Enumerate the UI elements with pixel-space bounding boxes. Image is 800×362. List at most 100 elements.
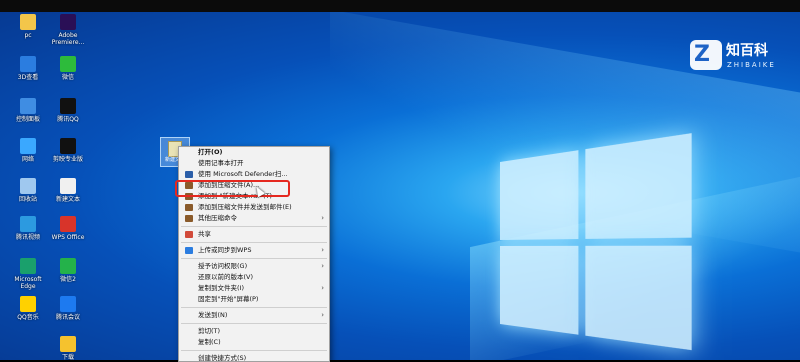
- desktop-icon-label: 控制面板: [15, 116, 40, 123]
- desktop-icon[interactable]: 控制面板: [8, 98, 48, 123]
- app-icon: [60, 258, 76, 274]
- desktop[interactable]: [0, 12, 800, 360]
- menu-separator: [181, 242, 327, 243]
- context-menu-item[interactable]: 固定到"开始"屏幕(P): [179, 294, 329, 305]
- desktop-icon[interactable]: 微信2: [48, 258, 88, 283]
- app-icon: [60, 296, 76, 312]
- desktop-icon[interactable]: 网络: [8, 138, 48, 163]
- context-menu-label: 复制(C): [198, 338, 221, 346]
- wps-cloud-icon: [185, 247, 193, 254]
- winrar-icon: [185, 204, 193, 211]
- highlight-box: [175, 180, 290, 197]
- watermark-badge: Z: [690, 40, 722, 70]
- context-menu-label: 使用 Microsoft Defender扫...: [198, 170, 288, 178]
- desktop-icon[interactable]: 剪映专业版: [48, 138, 88, 163]
- desktop-icon-label: pc: [24, 32, 32, 39]
- context-menu-item[interactable]: 还原以前的版本(V): [179, 272, 329, 283]
- context-menu-item[interactable]: 发送到(N) ›: [179, 310, 329, 321]
- menu-separator: [181, 226, 327, 227]
- app-icon: [60, 56, 76, 72]
- context-menu-item[interactable]: 打开(O): [179, 147, 329, 158]
- context-menu-item[interactable]: 授予访问权限(G) ›: [179, 261, 329, 272]
- desktop-icon-label: Microsoft Edge: [14, 276, 42, 290]
- desktop-icon-label: 3D查看: [17, 74, 39, 81]
- desktop-icon[interactable]: QQ音乐: [8, 296, 48, 321]
- app-icon: [60, 178, 76, 194]
- context-menu-item[interactable]: 其他压缩命令 ›: [179, 213, 329, 224]
- context-menu: 打开(O) 使用记事本打开使用 Microsoft Defender扫... 添加到…: [178, 146, 330, 362]
- desktop-icon-label: 网络: [21, 156, 34, 163]
- desktop-icon[interactable]: pc: [8, 14, 48, 39]
- context-menu-label: 发送到(N): [198, 311, 228, 319]
- watermark-title: 知百科: [726, 43, 768, 59]
- chevron-right-icon: ›: [321, 246, 324, 254]
- desktop-icon-label: 腾讯会议: [55, 314, 80, 321]
- app-icon: [20, 138, 36, 154]
- watermark-subtitle: ZHIBAIKE: [727, 61, 776, 69]
- context-menu-item[interactable]: 上传或同步到WPS ›: [179, 245, 329, 256]
- winrar-icon: [185, 215, 193, 222]
- desktop-icon-label: 微信: [61, 74, 74, 81]
- chevron-right-icon: ›: [321, 214, 324, 222]
- desktop-icon[interactable]: 腾讯QQ: [48, 98, 88, 123]
- context-menu-item[interactable]: 添加到压缩文件并发送到邮件(E): [179, 202, 329, 213]
- desktop-icon-label: 腾讯视频: [15, 234, 40, 241]
- watermark-z-icon: Z: [694, 42, 710, 67]
- context-menu-item[interactable]: 复制(C): [179, 337, 329, 348]
- context-menu-label: 固定到"开始"屏幕(P): [198, 295, 259, 303]
- share-icon: [185, 231, 193, 238]
- app-icon: [60, 14, 76, 30]
- desktop-icon-label: 回收站: [18, 196, 37, 203]
- context-menu-item[interactable]: 使用 Microsoft Defender扫...: [179, 169, 329, 180]
- desktop-icon[interactable]: 下载: [48, 336, 88, 361]
- desktop-icon[interactable]: WPS Office: [48, 216, 88, 241]
- context-menu-label: 创建快捷方式(S): [198, 354, 247, 362]
- watermark-logo: Z 知百科 ZHIBAIKE: [690, 40, 800, 76]
- desktop-icon[interactable]: 腾讯视频: [8, 216, 48, 241]
- desktop-icon[interactable]: 新建文本: [48, 178, 88, 203]
- chevron-right-icon: ›: [321, 284, 324, 292]
- desktop-icon[interactable]: Adobe Premiere...: [48, 14, 88, 46]
- desktop-icon[interactable]: 回收站: [8, 178, 48, 203]
- context-menu-item[interactable]: 剪切(T): [179, 326, 329, 337]
- desktop-icon-label: QQ音乐: [17, 314, 39, 321]
- context-menu-label: 还原以前的版本(V): [198, 273, 254, 281]
- chevron-right-icon: ›: [321, 311, 324, 319]
- app-icon: [60, 98, 76, 114]
- desktop-icon-label: Adobe Premiere...: [51, 32, 85, 46]
- context-menu-item[interactable]: 使用记事本打开: [179, 158, 329, 169]
- app-icon: [20, 98, 36, 114]
- desktop-icon[interactable]: 微信: [48, 56, 88, 81]
- top-band: [0, 0, 800, 12]
- context-menu-item[interactable]: 复制到文件夹(I) ›: [179, 283, 329, 294]
- desktop-icon[interactable]: 腾讯会议: [48, 296, 88, 321]
- context-menu-item[interactable]: 创建快捷方式(S): [179, 353, 329, 362]
- defender-icon: [185, 171, 193, 178]
- context-menu-label: 打开(O): [198, 148, 223, 156]
- context-menu-label: 使用记事本打开: [198, 159, 244, 167]
- context-menu-item[interactable]: 共享: [179, 229, 329, 240]
- desktop-icon-label: WPS Office: [51, 234, 85, 241]
- app-icon: [20, 258, 36, 274]
- app-icon: [20, 56, 36, 72]
- menu-separator: [181, 350, 327, 351]
- context-menu-label: 其他压缩命令: [198, 214, 237, 222]
- context-menu-label: 共享: [198, 230, 211, 238]
- context-menu-label: 授予访问权限(G): [198, 262, 248, 270]
- app-icon: [20, 14, 36, 30]
- app-icon: [20, 296, 36, 312]
- menu-separator: [181, 258, 327, 259]
- desktop-icon-label: 腾讯QQ: [57, 116, 79, 123]
- app-icon: [60, 216, 76, 232]
- app-icon: [20, 178, 36, 194]
- desktop-icon-label: 微信2: [60, 276, 76, 283]
- context-menu-label: 剪切(T): [198, 327, 221, 335]
- desktop-icon-label: 新建文本: [55, 196, 80, 203]
- context-menu-label: 上传或同步到WPS: [198, 246, 252, 254]
- desktop-icon[interactable]: 3D查看: [8, 56, 48, 81]
- desktop-icon-label: 剪映专业版: [52, 156, 83, 163]
- app-icon: [60, 336, 76, 352]
- windows-logo: [500, 131, 705, 360]
- desktop-icon[interactable]: Microsoft Edge: [8, 258, 48, 290]
- context-menu-label: 添加到压缩文件并发送到邮件(E): [198, 203, 292, 211]
